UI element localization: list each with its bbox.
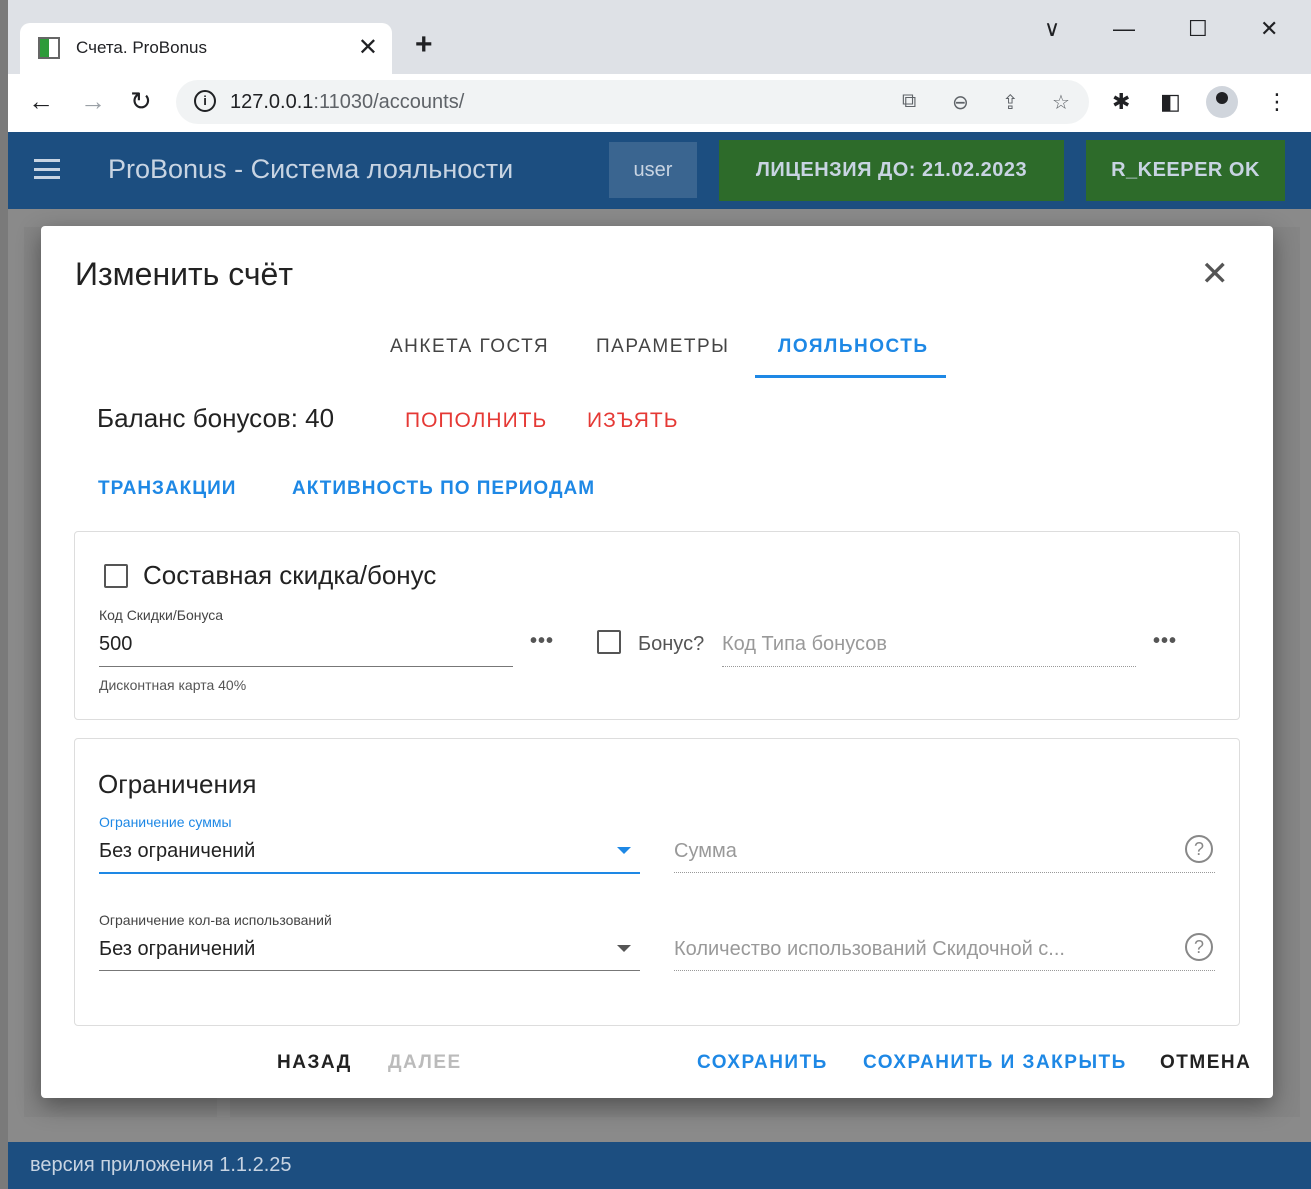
composite-discount-checkbox[interactable] xyxy=(104,564,128,588)
bonus-type-more-button[interactable]: ••• xyxy=(1153,630,1177,653)
bonus-balance: Баланс бонусов: 40 xyxy=(97,403,335,433)
tab-strip: Счета. ProBonus ✕ + ∨ — ☐ ✕ xyxy=(8,0,1311,74)
close-window-button[interactable]: ✕ xyxy=(1260,16,1278,42)
count-limit-underline xyxy=(99,970,640,971)
sum-help-icon[interactable]: ? xyxy=(1185,835,1213,863)
dialog-tabs: АНКЕТА ГОСТЯ ПАРАМЕТРЫ ЛОЯЛЬНОСТЬ xyxy=(41,322,1273,378)
next-button[interactable]: ДАЛЕЕ xyxy=(388,1052,462,1074)
tab-close-icon[interactable]: ✕ xyxy=(358,33,378,62)
browser-tab[interactable]: Счета. ProBonus ✕ xyxy=(20,23,392,74)
chevron-down-icon[interactable] xyxy=(617,945,631,952)
extensions-icon[interactable]: ✱ xyxy=(1112,89,1130,115)
bookmark-star-icon[interactable]: ☆ xyxy=(1052,90,1070,115)
sum-limit-select[interactable]: Без ограничений xyxy=(99,840,255,863)
edit-account-dialog: Изменить счёт ✕ АНКЕТА ГОСТЯ ПАРАМЕТРЫ Л… xyxy=(41,226,1273,1098)
sum-input[interactable]: Сумма xyxy=(674,840,737,863)
save-button[interactable]: СОХРАНИТЬ xyxy=(697,1052,828,1074)
discount-code-label: Код Скидки/Бонуса xyxy=(99,607,224,623)
address-bar[interactable]: i 127.0.0.1:11030/accounts/ ⧉ ⊖ ⇪ ☆ xyxy=(176,80,1089,124)
tab-title: Счета. ProBonus xyxy=(76,38,207,57)
count-limit-label: Ограничение кол-ва использований xyxy=(99,912,332,928)
app-bar: ProBonus - Система лояльности user ЛИЦЕН… xyxy=(8,132,1311,209)
back-button[interactable]: НАЗАД xyxy=(277,1052,352,1074)
discount-panel: Составная скидка/бонус Код Скидки/Бонуса… xyxy=(74,531,1240,720)
discount-code-input[interactable]: 500 xyxy=(99,633,132,656)
sum-limit-label: Ограничение суммы xyxy=(99,814,232,830)
limits-title: Ограничения xyxy=(98,769,257,799)
tab-guest-profile[interactable]: АНКЕТА ГОСТЯ xyxy=(390,336,549,358)
url-text: 127.0.0.1:11030/accounts/ xyxy=(230,91,465,113)
tab-parameters[interactable]: ПАРАМЕТРЫ xyxy=(596,336,730,358)
translate-icon[interactable]: ⧉ xyxy=(902,90,916,113)
sum-underline xyxy=(674,872,1215,873)
activity-by-period-button[interactable]: АКТИВНОСТЬ ПО ПЕРИОДАМ xyxy=(292,478,595,500)
hamburger-menu-icon[interactable] xyxy=(34,159,60,179)
minimize-button[interactable]: — xyxy=(1113,16,1135,42)
usage-count-underline xyxy=(674,970,1215,971)
profile-avatar[interactable] xyxy=(1206,86,1238,118)
usage-count-input[interactable]: Количество использований Скидочной с... xyxy=(674,938,1065,961)
count-limit-select[interactable]: Без ограничений xyxy=(99,938,255,961)
share-icon[interactable]: ⇪ xyxy=(1002,90,1019,115)
app-title: ProBonus - Система лояльности xyxy=(108,154,514,184)
rkeeper-status-button[interactable]: R_KEEPER OK xyxy=(1086,140,1285,201)
app-footer: версия приложения 1.1.2.25 xyxy=(8,1142,1311,1189)
cancel-button[interactable]: ОТМЕНА xyxy=(1160,1052,1251,1074)
browser-toolbar: ← → ↻ i 127.0.0.1:11030/accounts/ ⧉ ⊖ ⇪ … xyxy=(8,74,1311,132)
discount-code-hint: Дисконтная карта 40% xyxy=(99,677,247,693)
forward-arrow-icon[interactable]: → xyxy=(80,86,106,117)
license-button[interactable]: ЛИЦЕНЗИЯ ДО: 21.02.2023 xyxy=(719,140,1064,201)
site-info-icon[interactable]: i xyxy=(194,90,216,112)
close-icon[interactable]: ✕ xyxy=(1201,254,1230,294)
tab-loyalty[interactable]: ЛОЯЛЬНОСТЬ xyxy=(778,336,929,358)
dialog-title: Изменить счёт xyxy=(75,256,293,292)
topup-button[interactable]: ПОПОЛНИТЬ xyxy=(405,409,547,433)
transactions-button[interactable]: ТРАНЗАКЦИИ xyxy=(98,478,236,500)
sum-limit-underline xyxy=(99,872,640,874)
side-panel-icon[interactable]: ◧ xyxy=(1160,89,1181,115)
new-tab-button[interactable]: + xyxy=(415,28,433,62)
composite-discount-label: Составная скидка/бонус xyxy=(143,560,437,590)
usage-count-help-icon[interactable]: ? xyxy=(1185,933,1213,961)
app-version: версия приложения 1.1.2.25 xyxy=(30,1154,292,1176)
menu-kebab-icon[interactable]: ⋮ xyxy=(1266,89,1288,115)
maximize-button[interactable]: ☐ xyxy=(1188,16,1208,42)
bonus-checkbox[interactable] xyxy=(597,630,621,654)
limits-panel: Ограничения Ограничение суммы Без ограни… xyxy=(74,738,1240,1026)
withdraw-button[interactable]: ИЗЪЯТЬ xyxy=(587,409,678,433)
discount-code-underline xyxy=(99,666,513,667)
save-and-close-button[interactable]: СОХРАНИТЬ И ЗАКРЫТЬ xyxy=(863,1052,1127,1074)
active-tab-indicator xyxy=(755,375,946,378)
zoom-icon[interactable]: ⊖ xyxy=(952,90,969,115)
bonus-type-input[interactable]: Код Типа бонусов xyxy=(722,633,887,656)
reload-icon[interactable]: ↻ xyxy=(130,86,152,117)
bonus-label: Бонус? xyxy=(638,633,705,655)
favicon-icon xyxy=(38,37,60,59)
chevron-down-icon[interactable] xyxy=(617,847,631,854)
bonus-type-underline xyxy=(722,666,1136,667)
discount-code-more-button[interactable]: ••• xyxy=(530,630,554,653)
back-arrow-icon[interactable]: ← xyxy=(28,86,54,117)
user-chip[interactable]: user xyxy=(609,142,697,198)
tab-search-icon[interactable]: ∨ xyxy=(1044,16,1060,42)
